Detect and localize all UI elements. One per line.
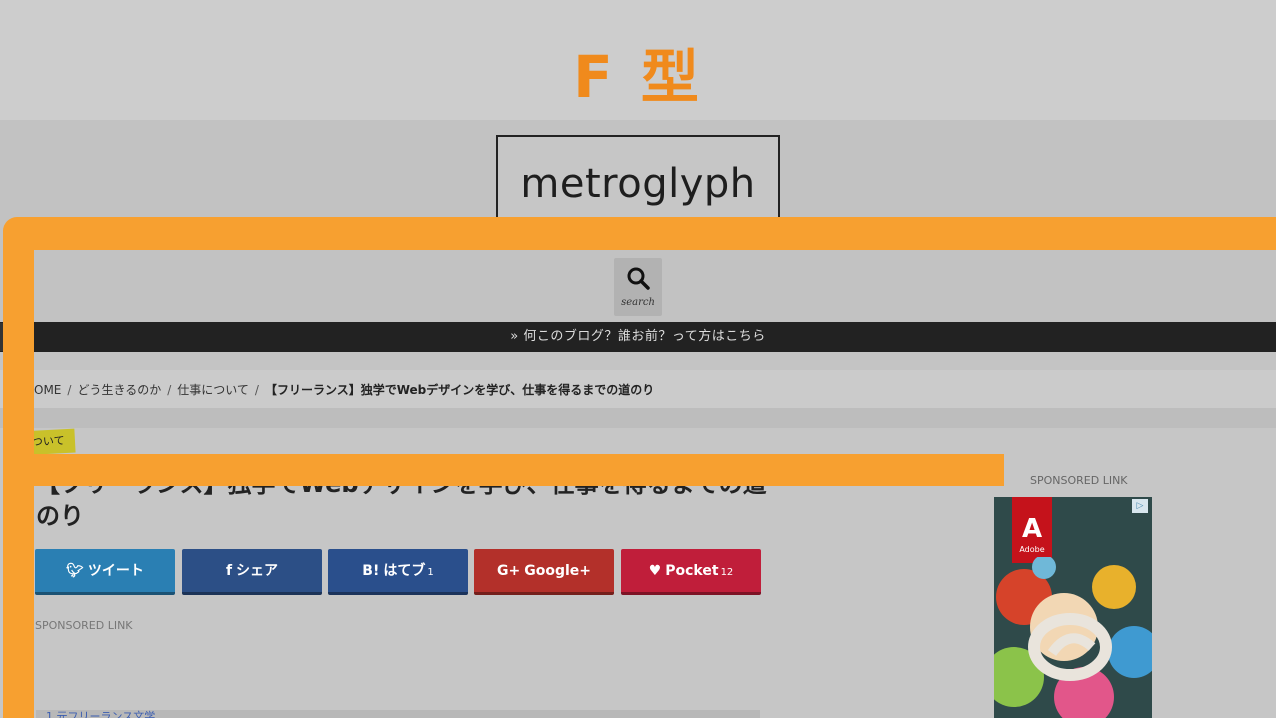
breadcrumb-separator: /	[167, 383, 172, 397]
google-plus-icon: G+	[496, 563, 521, 579]
sidebar-sponsored-label: SPONSORED LINK	[1030, 474, 1128, 487]
pocket-icon: ♥	[648, 563, 662, 579]
breadcrumb-category[interactable]: どう生きるのか	[77, 383, 161, 397]
nav-bar: » 何このブログ？誰お前？って方はこちら	[0, 322, 1276, 352]
f-pattern-middle-bar	[3, 454, 1004, 486]
search-button[interactable]: search	[614, 258, 662, 316]
googleplus-label: Google+	[524, 563, 591, 579]
breadcrumb-subcategory[interactable]: 仕事について	[177, 383, 249, 397]
facebook-share-button[interactable]: f シェア	[182, 549, 322, 595]
twitter-share-label: ツイート	[87, 563, 144, 579]
pocket-button[interactable]: ♥ Pocket 12	[621, 549, 761, 595]
adobe-logo-mark: A	[1021, 514, 1043, 544]
toc-item[interactable]: 1 元フリーランス文学	[46, 710, 155, 718]
adobe-logo: A Adobe	[1012, 497, 1052, 563]
f-pattern-title: F 型	[573, 43, 703, 111]
pocket-count: 12	[720, 567, 734, 578]
pocket-label: Pocket	[665, 563, 719, 579]
breadcrumb-separator: /	[254, 383, 259, 397]
adobe-logo-text: Adobe	[1019, 545, 1045, 554]
hatena-bookmark-button[interactable]: B! はてブ 1	[328, 549, 468, 595]
about-blog-link[interactable]: » 何このブログ？誰お前？って方はこちら	[510, 322, 765, 352]
f-pattern-top-bar	[3, 217, 1276, 250]
facebook-share-label: シェア	[236, 563, 279, 579]
breadcrumb: OME / どう生きるのか / 仕事について / 【フリーランス】独学でWebデザインを学び…	[34, 381, 654, 398]
breadcrumb-separator: /	[67, 383, 72, 397]
ad-choices-icon[interactable]: ▷	[1132, 499, 1148, 513]
sponsored-link-label: SPONSORED LINK	[35, 619, 133, 632]
twitter-icon: 🐦︎	[66, 563, 84, 579]
search-icon	[627, 267, 650, 290]
hatena-label: はてブ	[383, 563, 426, 579]
breadcrumb-shadow	[0, 408, 1276, 428]
breadcrumb-current: 【フリーランス】独学でWebデザインを学び、仕事を得るまでの道のり	[264, 383, 655, 397]
search-label: search	[621, 297, 655, 308]
hatena-icon: B!	[362, 563, 380, 579]
googleplus-share-button[interactable]: G+ Google+	[474, 549, 614, 595]
breadcrumb-home[interactable]: OME	[34, 383, 61, 397]
twitter-share-button[interactable]: 🐦︎ ツイート	[35, 549, 175, 595]
facebook-icon: f	[225, 563, 233, 579]
spacer	[0, 352, 1276, 370]
hatena-count: 1	[427, 567, 434, 578]
sidebar-ad[interactable]: A Adobe ▷	[994, 497, 1152, 718]
creative-cloud-artwork	[994, 557, 1152, 718]
site-logo-text: metroglyph	[520, 161, 756, 207]
